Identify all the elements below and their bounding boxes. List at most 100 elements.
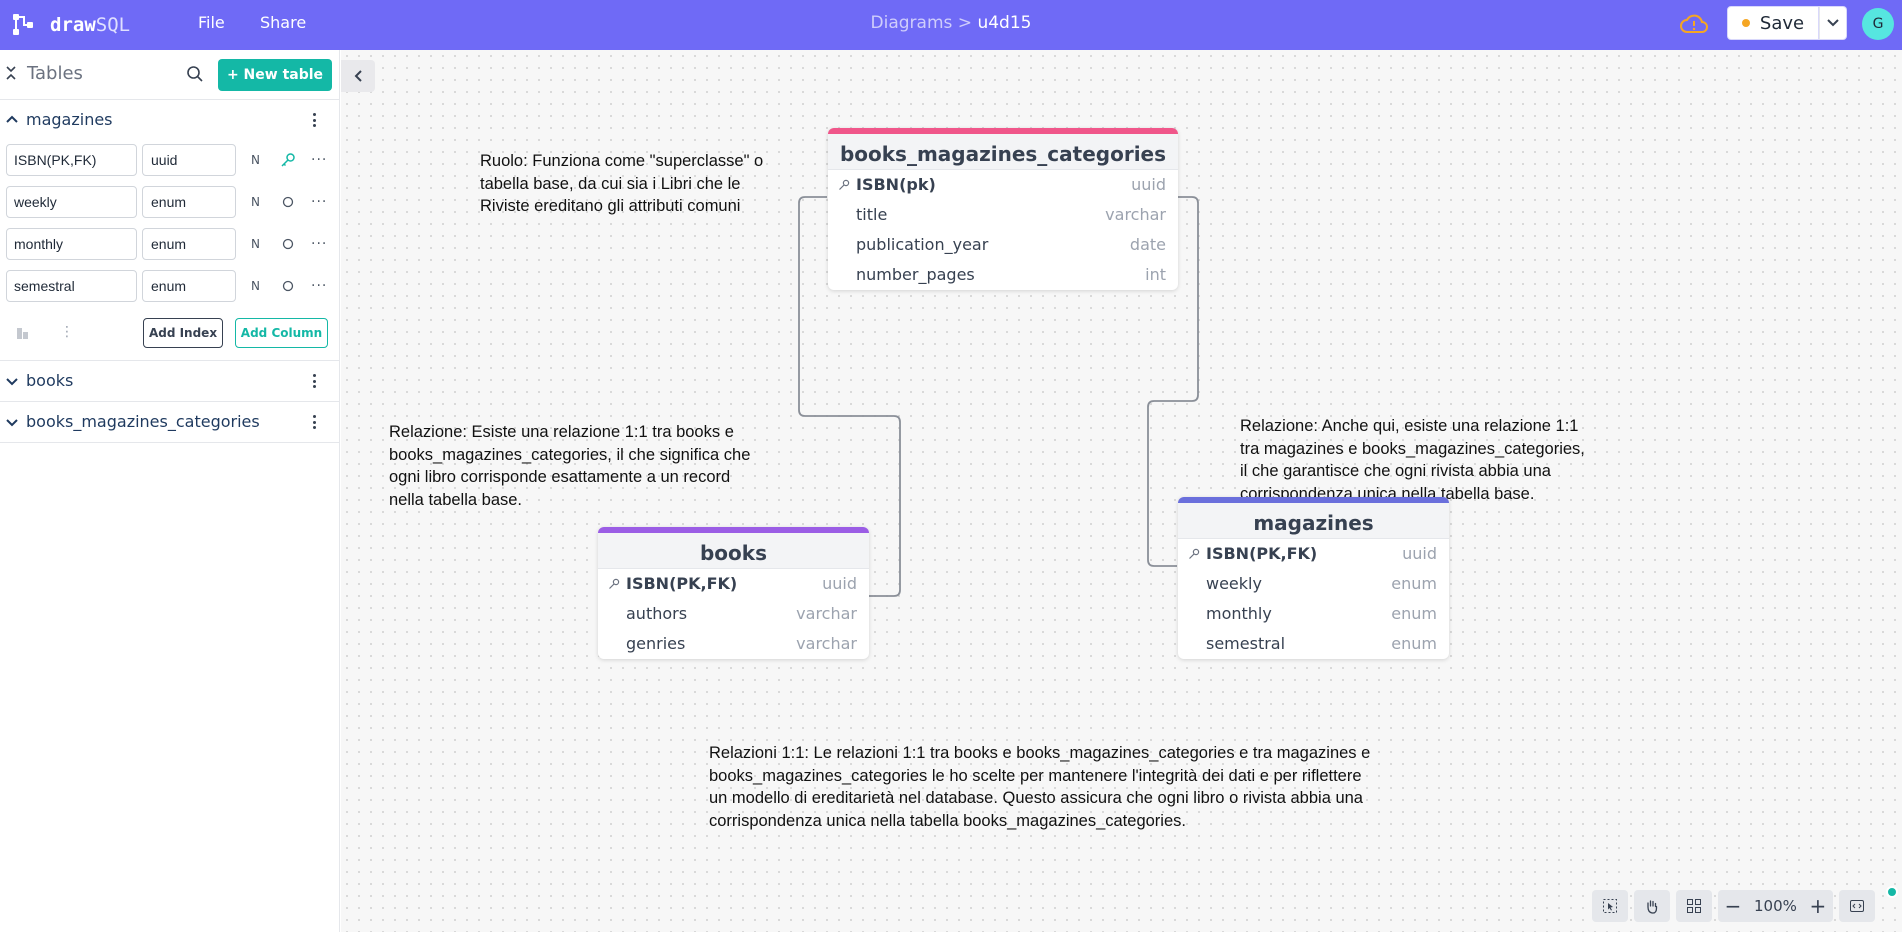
column-more-icon[interactable]: ··· <box>311 152 327 168</box>
embed-code-button[interactable] <box>1838 890 1875 922</box>
key-icon <box>1189 548 1200 559</box>
erd-table-title: magazines <box>1178 497 1449 539</box>
drawsql-logo[interactable]: drawSQL <box>12 12 130 38</box>
save-dropdown-button[interactable] <box>1819 6 1847 40</box>
erd-field-name: weekly <box>1206 574 1262 593</box>
sidebar-table-magazines: magazines N ··· N ··· N ··· N <box>0 100 339 361</box>
erd-table-books[interactable]: books ISBN(PK,FK) uuid authors varchar g… <box>598 527 869 659</box>
erd-field-type: varchar <box>796 634 857 653</box>
column-name-input[interactable] <box>6 144 137 176</box>
erd-field-type: varchar <box>796 604 857 623</box>
column-more-icon[interactable]: ··· <box>311 194 327 210</box>
select-tool-button[interactable] <box>1592 890 1628 922</box>
zoom-level: 100% <box>1754 897 1797 915</box>
arrange-button[interactable] <box>1676 890 1712 922</box>
erd-field-row: ISBN(PK,FK) uuid <box>1178 539 1449 569</box>
sidebar-table-name: books_magazines_categories <box>26 412 260 431</box>
erd-table-magazines[interactable]: magazines ISBN(PK,FK) uuid weekly enum m… <box>1178 497 1449 659</box>
zoom-in-icon[interactable]: + <box>1803 890 1833 922</box>
sidebar-table-name: magazines <box>26 110 113 129</box>
sidebar-table-header[interactable]: magazines <box>0 100 339 140</box>
new-table-button[interactable]: + New table <box>218 59 332 91</box>
zoom-out-icon[interactable]: − <box>1718 890 1748 922</box>
column-type-input[interactable] <box>142 270 236 302</box>
index-more-icon[interactable]: ⋮ <box>60 324 74 340</box>
erd-field-row: genries varchar <box>598 629 869 659</box>
column-name-input[interactable] <box>6 270 137 302</box>
table-options-icon[interactable] <box>306 371 322 391</box>
chevron-down-icon <box>1827 19 1839 27</box>
erd-field-row: number_pages int <box>828 260 1178 290</box>
erd-field-row: monthly enum <box>1178 599 1449 629</box>
column-name-input[interactable] <box>6 228 137 260</box>
circle-icon[interactable] <box>280 194 296 210</box>
sidebar-table-header[interactable]: books_magazines_categories <box>0 402 339 442</box>
collapse-sidebar-button[interactable] <box>341 60 375 92</box>
erd-table-books-magazines-categories[interactable]: books_magazines_categories ISBN(pk) uuid… <box>828 128 1178 290</box>
erd-field-row: semestral enum <box>1178 629 1449 659</box>
add-column-button[interactable]: Add Column <box>235 318 328 348</box>
column-name-input[interactable] <box>6 186 137 218</box>
erd-field-name: publication_year <box>856 235 989 254</box>
table-options-icon[interactable] <box>306 110 322 130</box>
column-row: N ··· <box>0 266 339 308</box>
grid-icon <box>1687 899 1701 913</box>
chevron-left-icon <box>354 70 362 82</box>
nullable-toggle[interactable]: N <box>251 279 260 293</box>
logo-icon <box>13 14 33 35</box>
menu-share[interactable]: Share <box>260 13 306 32</box>
column-row: N ··· <box>0 182 339 224</box>
circle-icon[interactable] <box>280 278 296 294</box>
key-icon <box>839 179 850 190</box>
cloud-warning-icon[interactable] <box>1679 11 1709 37</box>
note-summary[interactable]: Relazioni 1:1: Le relazioni 1:1 tra book… <box>709 742 1370 832</box>
erd-field-type: date <box>1129 235 1166 254</box>
chevron-up-icon <box>6 115 18 123</box>
column-type-input[interactable] <box>142 186 236 218</box>
column-more-icon[interactable]: ··· <box>311 278 327 294</box>
nullable-toggle[interactable]: N <box>251 153 260 167</box>
menu-file[interactable]: File <box>198 13 225 32</box>
table-options-icon[interactable] <box>306 412 322 432</box>
user-avatar[interactable]: G <box>1862 8 1894 40</box>
sidebar-table-header[interactable]: books <box>0 361 339 401</box>
erd-field-type: enum <box>1391 634 1437 653</box>
sidebar-table-books: books <box>0 361 339 402</box>
erd-field-name: genries <box>626 634 686 653</box>
diagram-name[interactable]: u4d15 <box>977 13 1031 33</box>
logo-text-light: SQL <box>95 14 131 36</box>
column-type-input[interactable] <box>142 228 236 260</box>
add-index-button[interactable]: Add Index <box>143 318 223 348</box>
collapse-all-icon[interactable] <box>6 66 16 84</box>
save-button[interactable]: Save <box>1727 6 1819 40</box>
chevron-down-icon <box>6 419 18 427</box>
chevron-down-icon <box>6 378 18 386</box>
note-magazines-relation[interactable]: Relazione: Anche qui, esiste una relazio… <box>1240 415 1585 505</box>
status-indicator-icon <box>1886 886 1898 898</box>
diagram-canvas[interactable]: Ruolo: Funziona come "superclasse" o tab… <box>341 50 1902 932</box>
sidebar-table-books-magazines-categories: books_magazines_categories <box>0 402 339 443</box>
erd-field-type: enum <box>1391 604 1437 623</box>
nullable-toggle[interactable]: N <box>251 237 260 251</box>
note-superclass[interactable]: Ruolo: Funziona come "superclasse" o tab… <box>480 150 763 218</box>
erd-table-title: books <box>598 527 869 569</box>
index-icon[interactable] <box>16 326 30 340</box>
pan-tool-button[interactable] <box>1634 890 1670 922</box>
erd-field-name: authors <box>626 604 688 623</box>
erd-field-row: publication_year date <box>828 230 1178 260</box>
column-row: N ··· <box>0 224 339 266</box>
top-bar: drawSQL File Share Diagrams > u4d15 Save… <box>0 0 1902 50</box>
erd-field-name: semestral <box>1206 634 1286 653</box>
nullable-toggle[interactable]: N <box>251 195 260 209</box>
erd-field-type: int <box>1145 265 1166 284</box>
breadcrumb-diagrams[interactable]: Diagrams > <box>871 13 973 33</box>
note-books-relation[interactable]: Relazione: Esiste una relazione 1:1 tra … <box>389 421 750 511</box>
column-row: N ··· <box>0 140 339 182</box>
circle-icon[interactable] <box>280 236 296 252</box>
column-more-icon[interactable]: ··· <box>311 236 327 252</box>
column-actions: ⋮ Add Index Add Column <box>0 308 339 360</box>
key-icon[interactable] <box>280 152 296 168</box>
column-type-input[interactable] <box>142 144 236 176</box>
search-icon[interactable] <box>186 65 204 83</box>
erd-field-type: uuid <box>1131 175 1166 194</box>
